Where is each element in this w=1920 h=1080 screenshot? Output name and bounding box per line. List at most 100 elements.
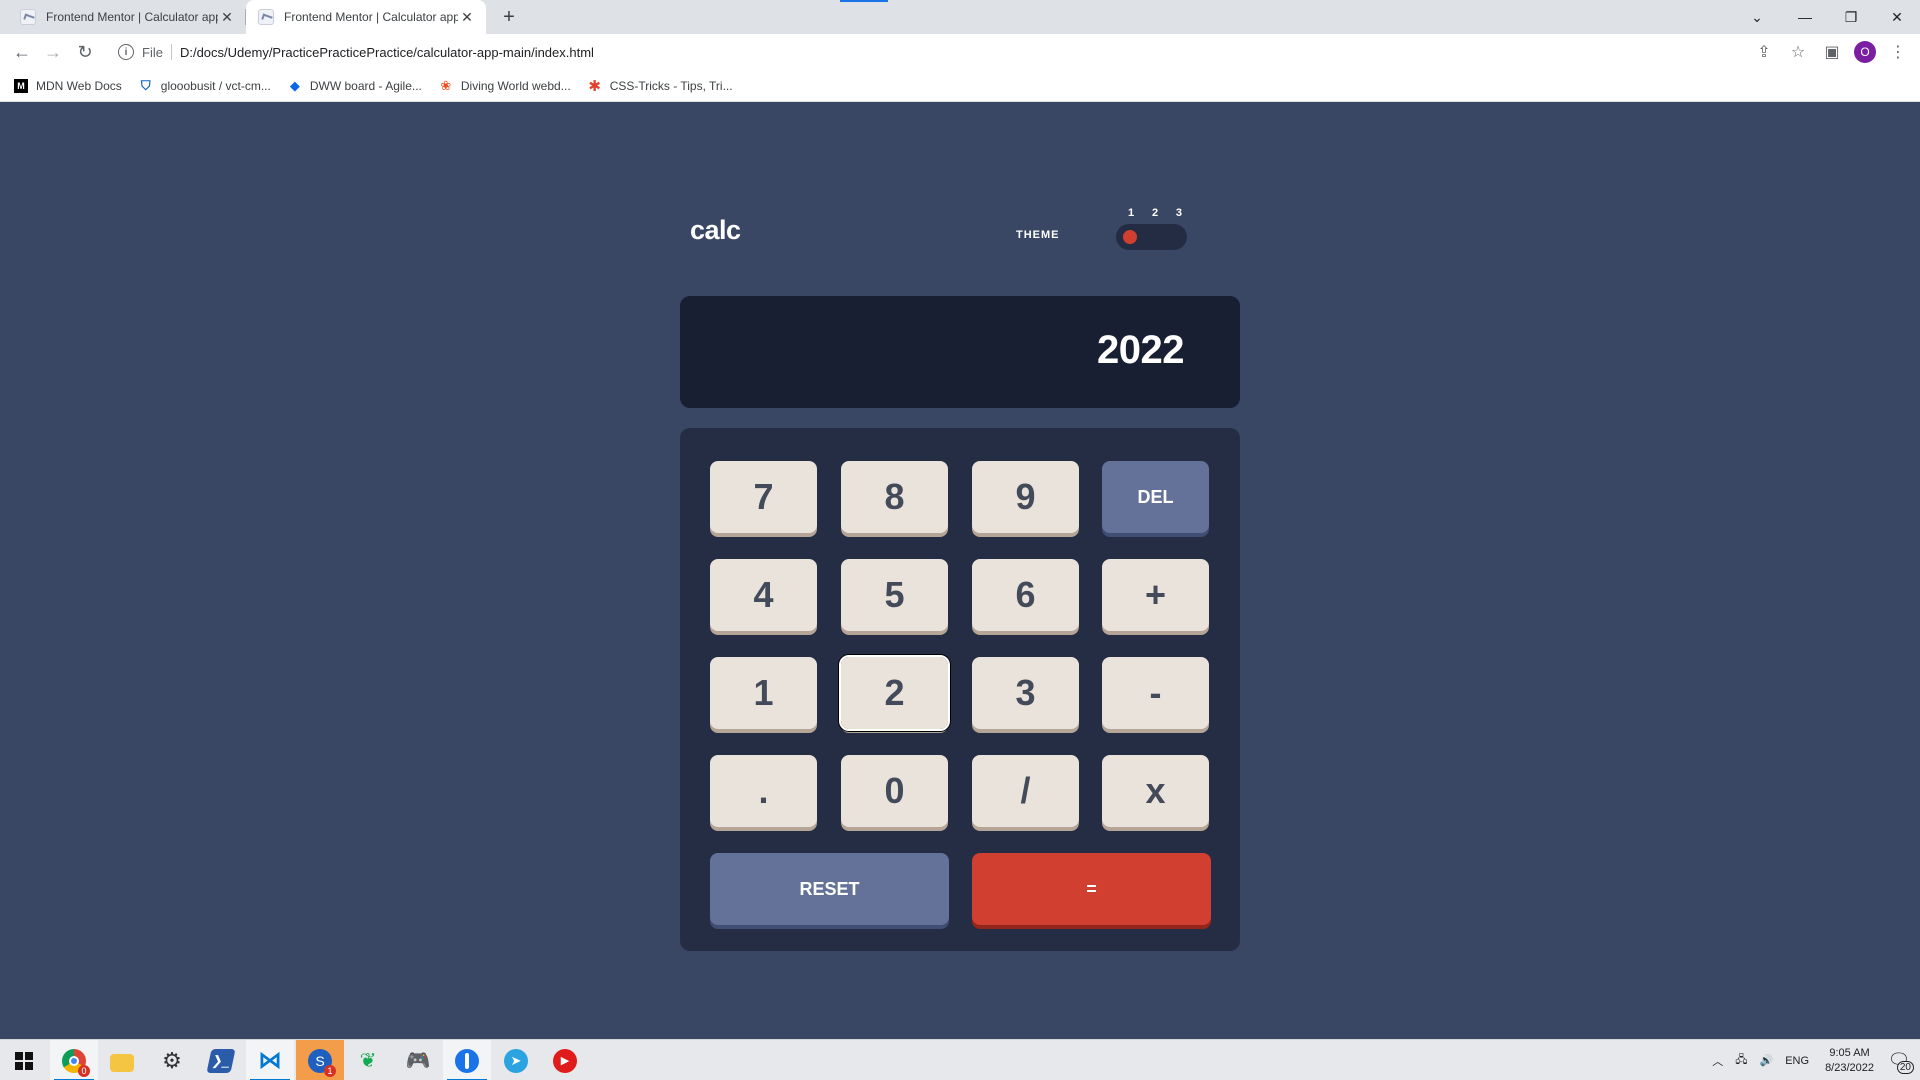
url-scheme: File [142,44,163,60]
close-icon[interactable]: ✕ [218,8,236,26]
key-4[interactable]: 4 [710,559,817,631]
key-9[interactable]: 9 [972,461,1079,533]
url-text[interactable]: D:/docs/Udemy/PracticePracticePractice/c… [180,45,594,60]
bookmark-css-tricks[interactable]: ✱ CSS-Tricks - Tips, Tri... [588,77,733,95]
notification-center[interactable]: 🗨 20 [1884,1046,1914,1076]
key-1[interactable]: 1 [710,657,817,729]
bookmarks-bar: M MDN Web Docs ⛉ glooobusit / vct-cm... … [0,70,1920,102]
close-icon[interactable]: ✕ [458,8,476,26]
minimize-icon[interactable]: — [1782,0,1828,34]
key-8[interactable]: 8 [841,461,948,533]
bookmark-bitbucket[interactable]: ⛉ glooobusit / vct-cm... [139,77,271,93]
sourcetree-badge: 1 [324,1064,336,1077]
share-icon[interactable]: ⇪ [1752,40,1776,64]
bookmark-label: glooobusit / vct-cm... [160,78,271,93]
bookmark-figma[interactable]: ❀ Diving World webd... [439,78,570,93]
tab-strip: Frontend Mentor | Calculator app ✕ Front… [0,0,1920,34]
keypad: 7 8 9 DEL 4 5 6 + 1 2 3 - . 0 / x RESET … [680,428,1240,951]
taskbar-chrome[interactable]: 0 [50,1040,98,1080]
start-button[interactable] [0,1040,48,1080]
del-button[interactable]: DEL [1102,461,1209,533]
taskbar-vpn[interactable] [443,1040,491,1080]
theme-label: THEME [1016,229,1060,241]
language-indicator[interactable]: ENG [1785,1055,1809,1067]
profile-avatar[interactable]: O [1854,41,1876,63]
bookmark-star-icon[interactable]: ☆ [1786,40,1810,64]
more-menu-icon[interactable]: ⋮ [1886,40,1910,64]
taskbar-sourcetree[interactable]: S 1 [296,1040,344,1080]
key-2[interactable]: 2 [839,655,950,731]
system-tray: ︿ 🖧 🔊 ENG 9:05 AM 8/23/2022 🗨 20 [1706,1040,1920,1080]
tab-calculator-2[interactable]: Frontend Mentor | Calculator app ✕ [246,0,486,34]
taskbar-youtube-music[interactable]: ▶ [541,1040,589,1080]
theme-toggle-knob[interactable] [1123,230,1137,244]
theme-numbers: 1 2 3 [1120,207,1190,219]
side-panel-icon[interactable]: ▣ [1820,40,1844,64]
key-0[interactable]: 0 [841,755,948,827]
vpn-icon [455,1048,479,1073]
info-icon[interactable]: i [118,44,134,60]
taskbar-vscode[interactable]: ⋈ [246,1040,294,1080]
window-close-icon[interactable]: ✕ [1874,0,1920,34]
key-3[interactable]: 3 [972,657,1079,729]
theme-option-2: 2 [1151,207,1159,219]
powershell-icon: ❯_ [206,1048,236,1073]
gaming-icon: 🎮 [405,1050,431,1072]
theme-option-1: 1 [1128,207,1135,219]
key-minus[interactable]: - [1102,657,1209,729]
chevron-up-icon[interactable]: ︿ [1712,1053,1723,1069]
taskbar-mongodb[interactable]: ❦ [344,1040,392,1080]
loading-indicator [840,0,888,2]
taskbar-telegram[interactable]: ➤ [492,1040,540,1080]
chrome-icon: 0 [62,1048,90,1077]
tab-calculator-1[interactable]: Frontend Mentor | Calculator app ✕ [8,0,246,34]
omnibox-divider [170,44,172,60]
css-tricks-icon: ✱ [588,77,601,95]
taskbar-file-explorer[interactable] [98,1040,146,1080]
key-6[interactable]: 6 [972,559,1079,631]
taskbar-settings[interactable]: ⚙ [148,1040,196,1080]
tab-title: Frontend Mentor | Calculator app [46,10,218,24]
key-divide[interactable]: / [972,755,1079,827]
taskbar-gaming[interactable]: 🎮 [394,1040,442,1080]
key-plus[interactable]: + [1102,559,1209,631]
reload-icon[interactable]: ↻ [73,40,97,64]
bookmark-jira[interactable]: ◆ DWW board - Agile... [288,77,422,93]
bookmark-label: CSS-Tricks - Tips, Tri... [609,78,733,93]
reset-button[interactable]: RESET [710,853,949,925]
tab-title: Frontend Mentor | Calculator app [284,10,458,24]
address-bar[interactable]: i File D:/docs/Udemy/PracticePracticePra… [108,38,1758,66]
browser-toolbar: ← → ↻ i File D:/docs/Udemy/PracticePract… [0,34,1920,70]
key-5[interactable]: 5 [841,559,948,631]
bookmark-label: MDN Web Docs [36,78,122,93]
forward-arrow-icon[interactable]: → [41,40,65,64]
chrome-badge: 0 [78,1064,90,1077]
network-icon[interactable]: 🖧 [1735,1051,1747,1070]
sourcetree-icon: S 1 [308,1048,336,1077]
start-icon [15,1051,33,1070]
clock[interactable]: 9:05 AM 8/23/2022 [1825,1046,1874,1076]
frontend-mentor-favicon-icon [258,9,274,25]
taskbar-powershell[interactable]: ❯_ [197,1040,245,1080]
back-arrow-icon[interactable]: ← [10,40,34,64]
jira-icon: ◆ [289,77,300,93]
volume-icon[interactable]: 🔊 [1760,1054,1774,1067]
theme-toggle[interactable] [1116,224,1187,250]
windows-taskbar: 0 ⚙ ❯_ ⋈ S 1 ❦ 🎮 ➤ ▶ ︿ 🖧 🔊 ENG 9:05 AM 8… [0,1039,1920,1080]
mongodb-icon: ❦ [359,1050,377,1072]
theme-option-3: 3 [1175,207,1182,219]
frontend-mentor-favicon-icon [20,9,36,25]
bitbucket-icon: ⛉ [140,77,151,93]
key-multiply[interactable]: x [1102,755,1209,827]
new-tab-button[interactable]: + [497,5,521,29]
youtube-music-icon: ▶ [553,1048,577,1073]
settings-icon: ⚙ [162,1047,182,1073]
key-7[interactable]: 7 [710,461,817,533]
equals-button[interactable]: = [972,853,1211,925]
key-decimal[interactable]: . [710,755,817,827]
bookmark-mdn[interactable]: M MDN Web Docs [14,78,122,93]
restore-icon[interactable]: ❐ [1828,0,1874,34]
calculator-header: calc THEME 1 2 3 [680,207,1240,275]
tab-search-icon[interactable]: ⌄ [1734,0,1780,34]
notification-count: 20 [1896,1060,1914,1074]
